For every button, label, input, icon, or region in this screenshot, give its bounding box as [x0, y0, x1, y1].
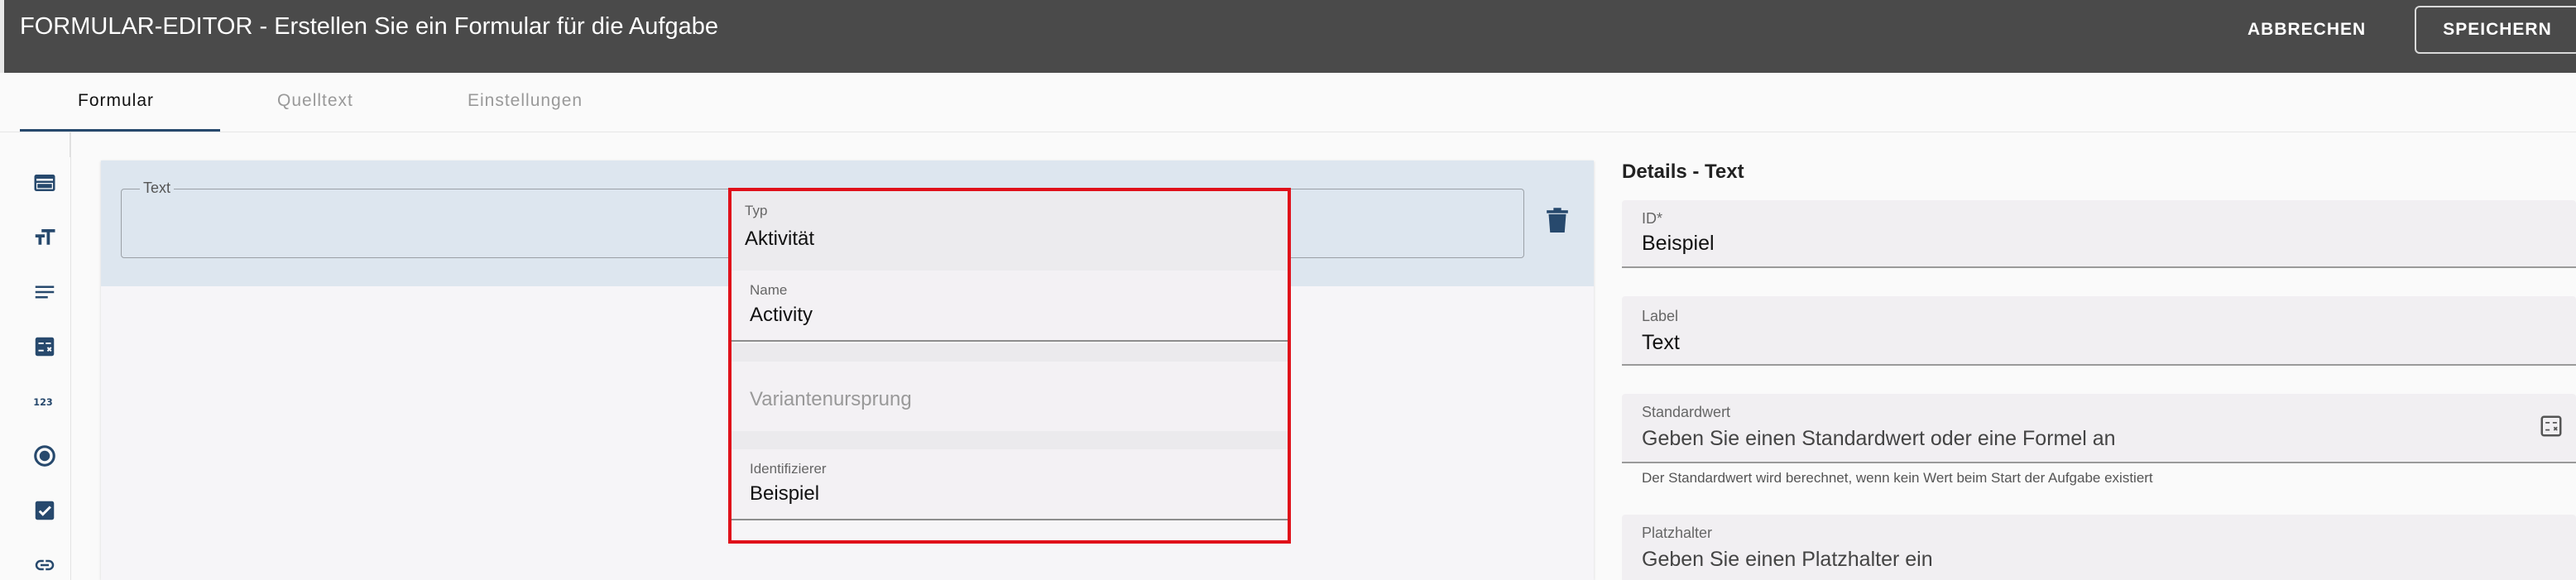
label-label: Label: [1642, 308, 1679, 324]
card-icon[interactable]: [31, 170, 58, 196]
default-label: Standardwert: [1642, 404, 1731, 420]
save-button[interactable]: SPEICHERN: [2415, 6, 2576, 54]
tab-einstellungen[interactable]: Einstellungen: [468, 91, 583, 111]
details-panel: Details - Text ID* Beispiel Label Text S…: [1622, 161, 2576, 580]
default-value-field[interactable]: Standardwert Geben Sie einen Standardwer…: [1622, 394, 2576, 463]
delete-icon[interactable]: [1546, 207, 1569, 235]
type-select[interactable]: Typ Aktivität: [732, 191, 1288, 271]
name-label: Name: [750, 282, 788, 298]
default-hint: Der Standardwert wird berechnet, wenn ke…: [1642, 470, 2153, 486]
id-field[interactable]: ID* Beispiel: [1622, 200, 2576, 268]
number-icon[interactable]: 123: [31, 388, 58, 415]
field-toolbar: 123: [20, 132, 71, 580]
formula-calculator-icon[interactable]: [2539, 414, 2564, 439]
tab-formular[interactable]: Formular: [78, 91, 154, 111]
variant-origin-input[interactable]: Variantenursprung: [732, 362, 1288, 431]
dropdown-spacer: [732, 343, 1288, 362]
link-icon[interactable]: [31, 552, 58, 578]
identifier-value: Beispiel: [750, 482, 820, 505]
identifier-label: Identifizierer: [750, 461, 827, 477]
radio-icon[interactable]: [31, 443, 58, 469]
type-value: Aktivität: [745, 228, 815, 250]
identifier-input[interactable]: Identifizierer Beispiel: [732, 449, 1288, 520]
name-input[interactable]: Name Activity: [732, 271, 1288, 342]
tab-quelltext[interactable]: Quelltext: [277, 91, 353, 111]
active-tab-indicator: [20, 129, 220, 132]
placeholder-field[interactable]: Platzhalter Geben Sie einen Platzhalter …: [1622, 515, 2576, 580]
name-value: Activity: [750, 304, 813, 326]
field-legend: Text: [140, 180, 175, 197]
id-value: Beispiel: [1642, 232, 1715, 255]
id-label: ID*: [1642, 210, 1663, 227]
type-label: Typ: [745, 203, 768, 218]
text-size-icon[interactable]: [31, 224, 58, 251]
paragraph-icon[interactable]: [31, 279, 58, 305]
placeholder-placeholder: Geben Sie einen Platzhalter ein: [1642, 548, 1933, 571]
label-value: Text: [1642, 331, 1680, 354]
task-ref-dropdown[interactable]: Typ Aktivität Name Activity Variantenurs…: [728, 188, 1291, 544]
label-field[interactable]: Label Text: [1622, 296, 2576, 366]
checkbox-icon[interactable]: [31, 497, 58, 524]
details-title: Details - Text: [1622, 161, 1744, 183]
page-title: FORMULAR-EDITOR - Erstellen Sie ein Form…: [20, 13, 718, 40]
svg-text:123: 123: [33, 397, 52, 408]
header-edge: [0, 0, 4, 73]
default-placeholder: Geben Sie einen Standardwert oder eine F…: [1642, 427, 2116, 450]
calculator-icon[interactable]: [31, 333, 58, 360]
cancel-button[interactable]: ABBRECHEN: [2243, 17, 2371, 43]
dropdown-spacer: [732, 431, 1288, 449]
variant-placeholder: Variantenursprung: [750, 388, 912, 410]
tab-bar: Formular Quelltext Einstellungen: [0, 73, 2576, 132]
placeholder-label: Platzhalter: [1642, 525, 1713, 541]
app-header: FORMULAR-EDITOR - Erstellen Sie ein Form…: [0, 0, 2576, 73]
